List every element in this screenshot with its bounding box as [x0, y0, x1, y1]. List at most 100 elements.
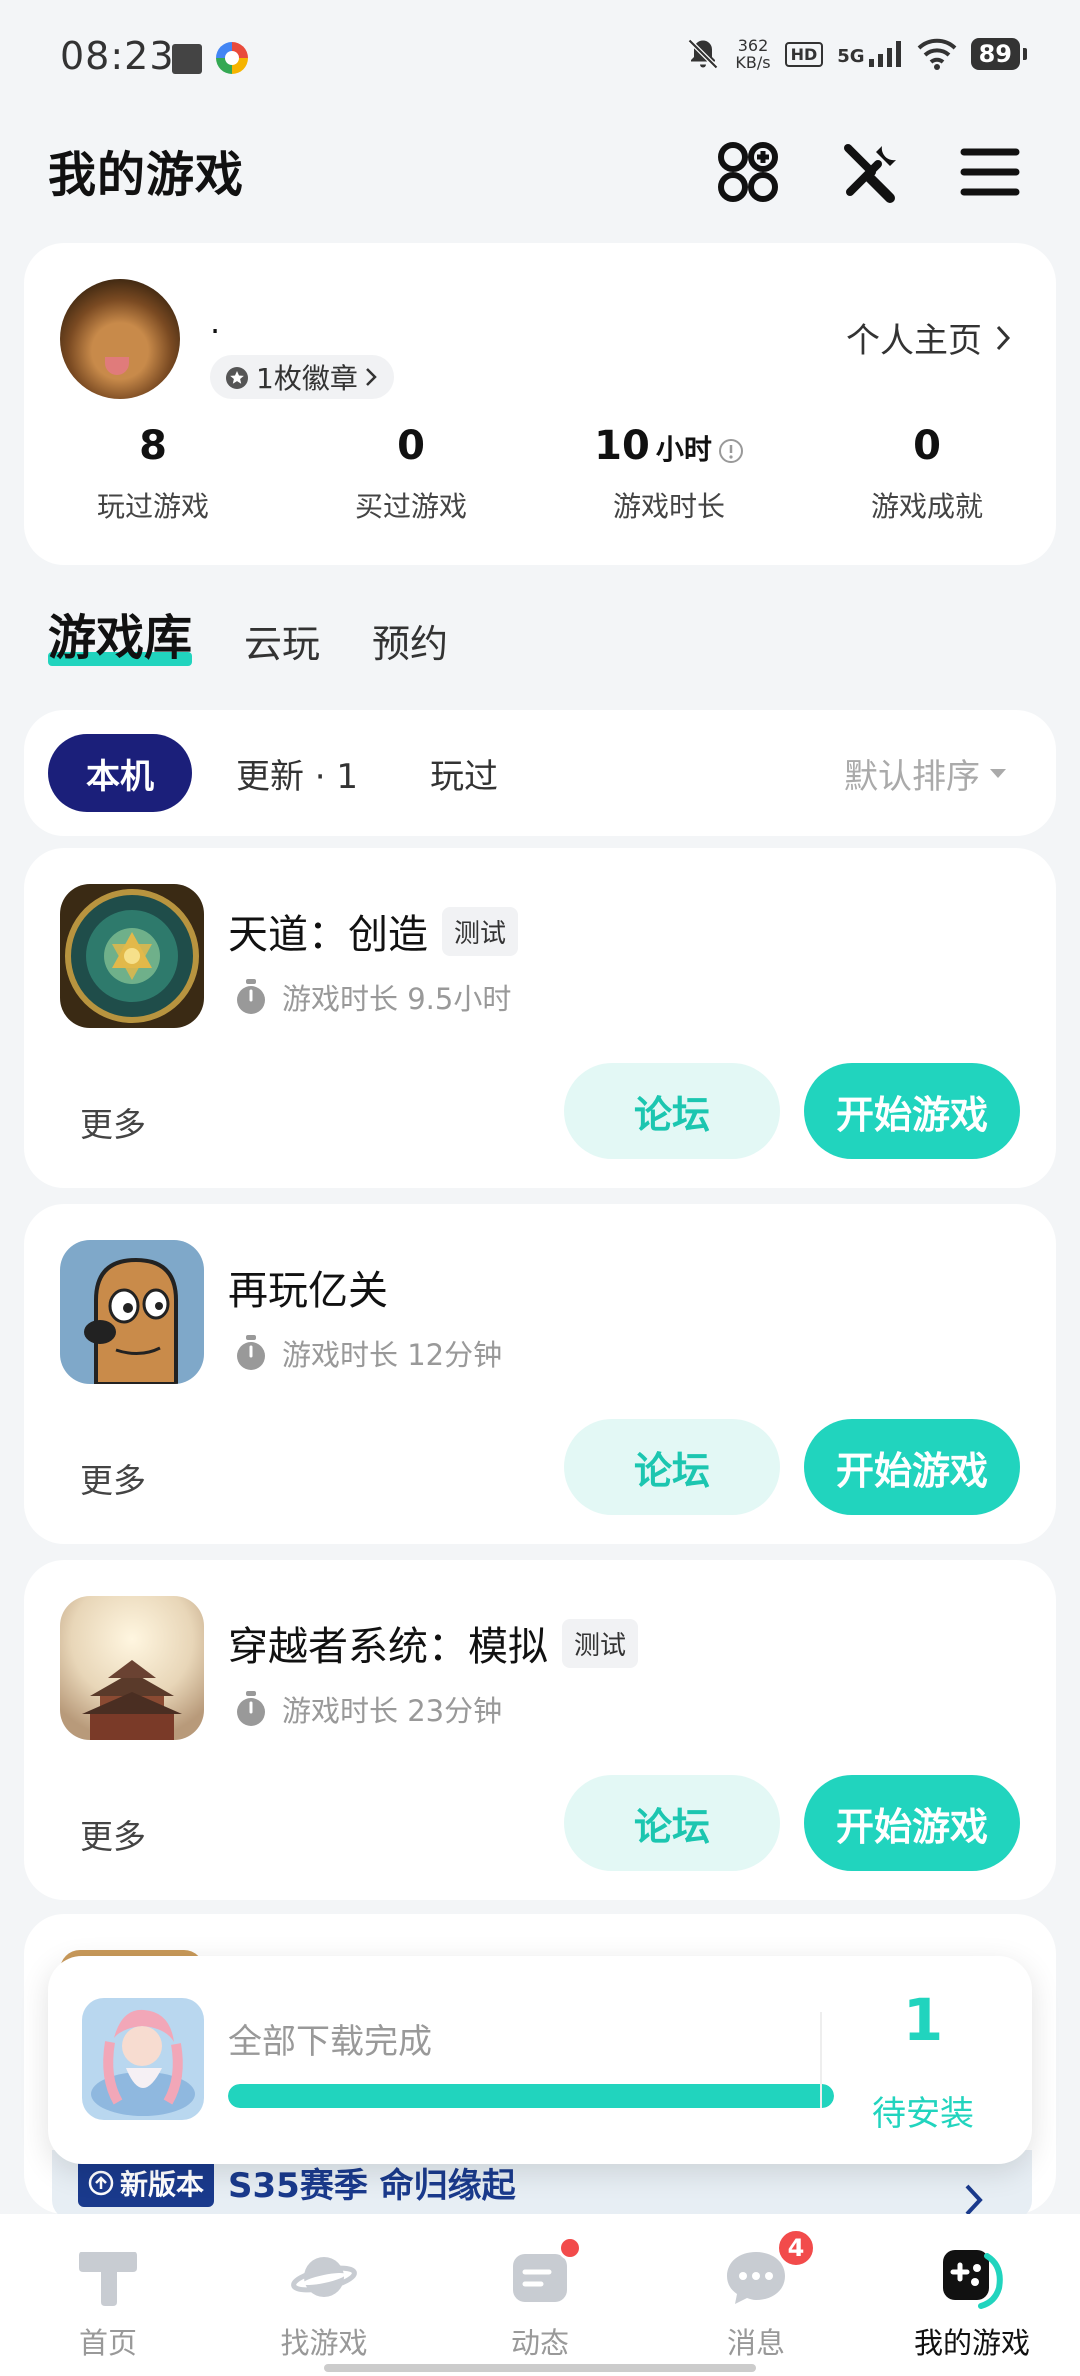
- game-playtime: 游戏时长 9.5小时: [234, 976, 511, 1018]
- filter-local[interactable]: 本机: [48, 734, 192, 812]
- stat-label: 游戏时长: [612, 490, 725, 523]
- badge-label: 1枚徽章: [256, 362, 358, 395]
- divider: [820, 2012, 822, 2108]
- nav-find-games[interactable]: 找游戏: [216, 2214, 432, 2376]
- game-icon[interactable]: [60, 1596, 204, 1740]
- home-indicator[interactable]: [324, 2364, 756, 2372]
- apps-add-icon[interactable]: [716, 140, 780, 204]
- stat-value: 0: [913, 423, 941, 469]
- filter-bar: 本机 更新 · 1 玩过 默认排序: [24, 710, 1056, 836]
- more-button[interactable]: 更多: [80, 1810, 146, 1858]
- bottom-nav: 首页 找游戏 动态 4 消息 我的游戏: [0, 2214, 1080, 2376]
- downloaded-game-icon: [82, 1998, 204, 2120]
- forum-button[interactable]: 论坛: [564, 1063, 780, 1159]
- new-version-row: 新版本 S35赛季 命归缘起: [78, 2158, 516, 2207]
- tools-icon[interactable]: [838, 140, 902, 204]
- status-time: 08:23: [60, 34, 175, 78]
- nav-messages[interactable]: 4 消息: [648, 2214, 864, 2376]
- hd-icon: HD: [784, 41, 824, 67]
- more-button[interactable]: 更多: [80, 1098, 146, 1146]
- stat-playtime[interactable]: 10 小时 游戏时长: [540, 423, 798, 525]
- game-card[interactable]: 再玩亿关 游戏时长 12分钟 更多 论坛 开始游戏: [24, 1204, 1056, 1544]
- net-speed-unit: KB/s: [735, 53, 771, 72]
- wifi-icon: [917, 38, 956, 70]
- tab-reservations[interactable]: 预约: [372, 613, 448, 678]
- nav-label: 我的游戏: [913, 2326, 1030, 2360]
- net-speed: 362 KB/s: [735, 37, 770, 71]
- nav-label: 首页: [78, 2326, 137, 2360]
- tab-game-library[interactable]: 游戏库: [48, 598, 193, 678]
- more-button[interactable]: 更多: [80, 1454, 146, 1502]
- chevron-right-icon: [996, 325, 1011, 350]
- nav-label: 消息: [726, 2326, 785, 2360]
- stat-achievements[interactable]: 0 游戏成就: [798, 423, 1056, 525]
- start-game-button[interactable]: 开始游戏: [804, 1419, 1020, 1515]
- start-game-button[interactable]: 开始游戏: [804, 1063, 1020, 1159]
- stat-label: 玩过游戏: [96, 490, 209, 523]
- download-progress-bar: [228, 2084, 834, 2108]
- game-card[interactable]: 穿越者系统：模拟 测试 游戏时长 23分钟 更多 论坛 开始游戏: [24, 1560, 1056, 1900]
- profile-card: . 1枚徽章 个人主页 8 玩过游戏 0 买过游戏 10 小时 游戏时长 0 游…: [24, 243, 1056, 565]
- nav-my-games[interactable]: 我的游戏: [864, 2214, 1080, 2376]
- caret-down-icon: [990, 768, 1006, 778]
- profile-name: .: [210, 303, 221, 341]
- filter-played[interactable]: 玩过: [394, 734, 534, 812]
- homepage-label: 个人主页: [846, 321, 982, 361]
- stat-played[interactable]: 8 玩过游戏: [24, 423, 282, 525]
- home-icon: [79, 2252, 137, 2306]
- game-icon[interactable]: [60, 1240, 204, 1384]
- stopwatch-icon: [237, 1335, 265, 1370]
- avatar[interactable]: [60, 279, 180, 399]
- homepage-link[interactable]: 个人主页: [846, 313, 1012, 362]
- gamepad-icon: [943, 2250, 1003, 2309]
- filter-updates[interactable]: 更新 · 1: [200, 734, 394, 812]
- stat-label: 买过游戏: [354, 490, 467, 523]
- start-game-button[interactable]: 开始游戏: [804, 1775, 1020, 1871]
- test-tag: 测试: [442, 906, 519, 956]
- game-title-row: 天道：创造 测试: [228, 902, 519, 960]
- playtime-text: 游戏时长 12分钟: [282, 1338, 503, 1372]
- menu-icon[interactable]: [958, 140, 1022, 204]
- new-version-tag-label: 新版本: [120, 2167, 205, 2201]
- sort-dropdown[interactable]: 默认排序: [844, 749, 1006, 798]
- download-popup[interactable]: 全部下载完成 1 待安装: [48, 1956, 1032, 2164]
- page-title: 我的游戏: [48, 147, 245, 203]
- nav-feed[interactable]: 动态: [432, 2214, 648, 2376]
- game-title: 天道：创造: [228, 912, 428, 958]
- pending-install-label[interactable]: 待安装: [856, 2086, 990, 2135]
- info-icon[interactable]: [718, 438, 744, 464]
- notification-square-icon: [172, 44, 202, 74]
- signal-icon: [868, 41, 901, 67]
- new-version-text: S35赛季 命归缘起: [228, 2166, 516, 2206]
- stopwatch-icon: [237, 1691, 265, 1726]
- stat-label: 游戏成就: [870, 490, 983, 523]
- game-playtime: 游戏时长 12分钟: [234, 1332, 502, 1374]
- notification-dot: [558, 2236, 582, 2260]
- status-bar: 08:23 362 KB/s HD 5G 89: [0, 0, 1080, 115]
- game-playtime: 游戏时长 23分钟: [234, 1688, 502, 1730]
- status-right-group: 362 KB/s HD 5G 89: [685, 36, 1028, 72]
- forum-button[interactable]: 论坛: [564, 1419, 780, 1515]
- playtime-text: 游戏时长 9.5小时: [282, 982, 512, 1016]
- game-title: 再玩亿关: [228, 1268, 388, 1314]
- badge-button[interactable]: 1枚徽章: [210, 355, 394, 399]
- pending-install-count[interactable]: 1: [868, 1986, 978, 2054]
- game-icon[interactable]: [60, 884, 204, 1028]
- game-title-row: 再玩亿关: [228, 1258, 388, 1316]
- nav-home[interactable]: 首页: [0, 2214, 216, 2376]
- signal-group: 5G: [837, 41, 902, 67]
- chevron-right-icon: [365, 368, 377, 386]
- test-tag: 测试: [562, 1618, 639, 1668]
- main-tabs: 游戏库 云玩 预约: [48, 598, 448, 678]
- game-card[interactable]: 天道：创造 测试 游戏时长 9.5小时 更多 论坛 开始游戏: [24, 848, 1056, 1188]
- planet-icon: [291, 2257, 357, 2297]
- playtime-text: 游戏时长 23分钟: [282, 1694, 503, 1728]
- net-speed-value: 362: [737, 36, 769, 55]
- forum-button[interactable]: 论坛: [564, 1775, 780, 1871]
- tab-cloud-play[interactable]: 云玩: [244, 613, 320, 678]
- stat-bought[interactable]: 0 买过游戏: [282, 423, 540, 525]
- message-count-badge: 4: [776, 2228, 816, 2268]
- download-status: 全部下载完成: [228, 2022, 432, 2062]
- app-notification-icon: [216, 42, 248, 74]
- stat-unit: 小时: [655, 433, 712, 466]
